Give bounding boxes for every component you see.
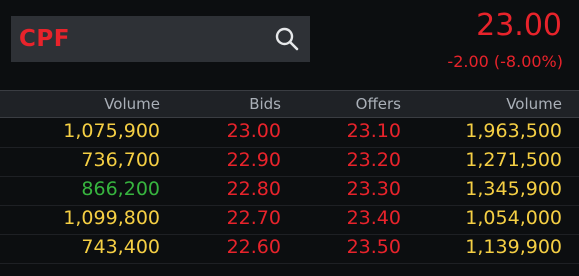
offer-volume-cell: 1,054,000 [465, 207, 562, 229]
offer-volume-cell: 1,271,500 [465, 149, 562, 171]
order-book-table: Volume Bids Offers Volume 1,075,900 23.0… [0, 90, 579, 276]
bid-volume-cell: 1,075,900 [63, 120, 160, 142]
row-divider [0, 176, 579, 177]
table-row: 743,400 22.60 23.50 1,139,900 [0, 236, 579, 262]
bid-price-cell: 22.70 [226, 207, 281, 229]
header-bids: Bids [249, 95, 281, 113]
offer-price-cell: 23.50 [346, 236, 401, 258]
search-icon[interactable] [274, 26, 300, 52]
offer-price-cell: 23.30 [346, 178, 401, 200]
offer-price-cell: 23.10 [346, 120, 401, 142]
last-price: 23.00 [476, 8, 562, 43]
table-row: 736,700 22.90 23.20 1,271,500 [0, 149, 579, 175]
bid-price-cell: 22.90 [226, 149, 281, 171]
offer-volume-cell: 1,345,900 [465, 178, 562, 200]
header-offers: Offers [355, 95, 401, 113]
offer-volume-cell: 1,963,500 [465, 120, 562, 142]
row-divider [0, 234, 579, 235]
row-divider [0, 205, 579, 206]
symbol-label[interactable]: CPF [19, 26, 70, 52]
offer-volume-cell: 1,139,900 [465, 236, 562, 258]
table-row: 1,075,900 23.00 23.10 1,963,500 [0, 120, 579, 146]
header-bid-volume: Volume [104, 95, 160, 113]
bid-price-cell: 23.00 [226, 120, 281, 142]
header-offer-volume: Volume [506, 95, 562, 113]
row-divider [0, 147, 579, 148]
bid-volume-cell: 866,200 [81, 178, 160, 200]
bid-volume-cell: 743,400 [81, 236, 160, 258]
offer-price-cell: 23.20 [346, 149, 401, 171]
bid-price-cell: 22.80 [226, 178, 281, 200]
stock-quote-panel: CPF 23.00 -2.00 (-8.00%) Volume Bids Off… [0, 0, 579, 276]
symbol-search-field[interactable]: CPF [11, 16, 310, 62]
table-header-row: Volume Bids Offers Volume [0, 90, 579, 118]
bid-volume-cell: 1,099,800 [63, 207, 160, 229]
offer-price-cell: 23.40 [346, 207, 401, 229]
bid-price-cell: 22.60 [226, 236, 281, 258]
price-change: -2.00 (-8.00%) [447, 52, 563, 71]
table-row: 866,200 22.80 23.30 1,345,900 [0, 178, 579, 204]
bid-volume-cell: 736,700 [81, 149, 160, 171]
table-row: 1,099,800 22.70 23.40 1,054,000 [0, 207, 579, 233]
row-divider [0, 263, 579, 264]
